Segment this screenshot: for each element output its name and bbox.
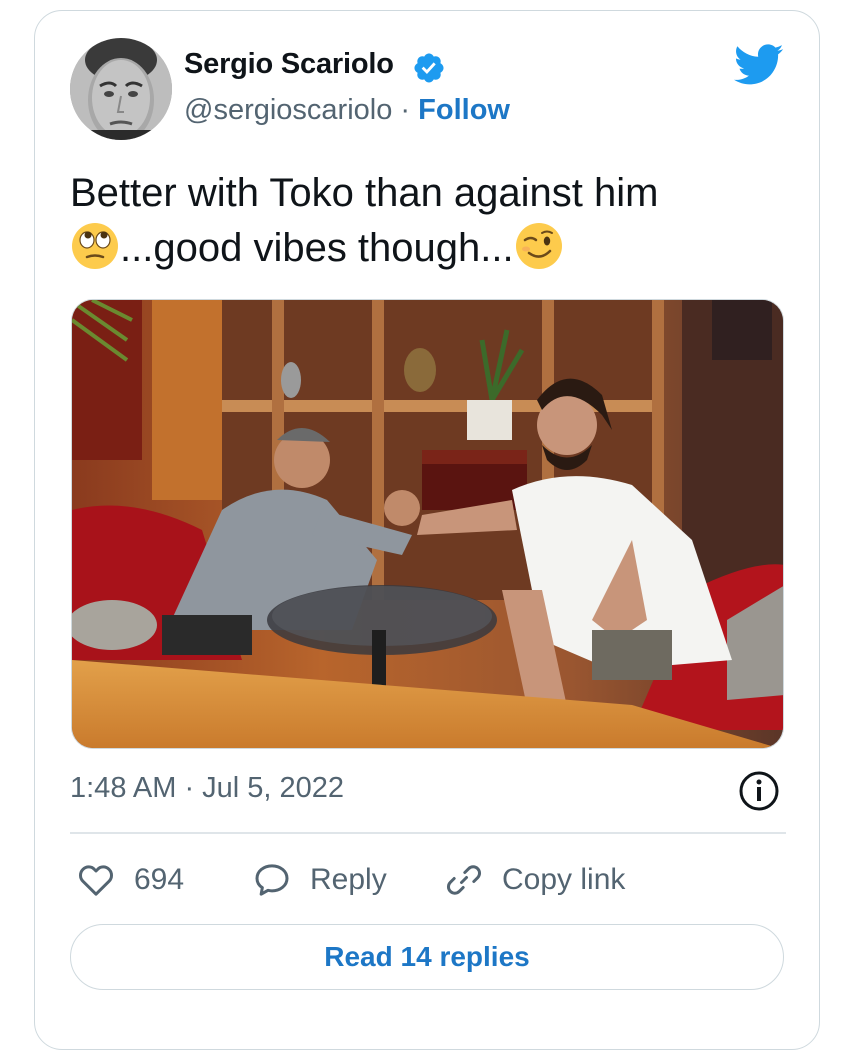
- copy-link-button[interactable]: Copy link: [444, 858, 625, 902]
- tweet-text-line-1: Better with Toko than against him: [70, 171, 659, 215]
- tweet-photo[interactable]: [71, 299, 784, 749]
- tweet-text: Better with Toko than against him ...goo…: [70, 166, 790, 276]
- tweet-text-line-2: ...good vibes though...: [70, 221, 790, 276]
- separator-dot: ·: [400, 94, 411, 126]
- author-name[interactable]: Sergio Scariolo: [184, 48, 394, 81]
- link-icon: [446, 865, 482, 895]
- divider: [70, 832, 786, 834]
- reply-label: Reply: [310, 863, 387, 896]
- winking-face-emoji-icon: [515, 223, 562, 269]
- copy-link-label: Copy link: [502, 863, 626, 896]
- reply-button[interactable]: Reply: [252, 858, 387, 902]
- read-replies-button[interactable]: Read 14 replies: [70, 924, 784, 990]
- heart-icon: [79, 865, 113, 896]
- tweet-text-line-2-text: ...good vibes though...: [120, 226, 514, 270]
- twitter-bird-icon[interactable]: [734, 44, 784, 86]
- tweet-timestamp[interactable]: 1:48 AM · Jul 5, 2022: [70, 772, 344, 805]
- author-avatar[interactable]: [70, 38, 172, 140]
- author-handle[interactable]: @sergioscariolo: [184, 94, 392, 126]
- like-button[interactable]: 694: [76, 858, 184, 902]
- verified-badge-icon: [414, 53, 444, 83]
- follow-button[interactable]: Follow: [418, 94, 510, 126]
- author-handle-row: @sergioscariolo · Follow: [184, 94, 510, 127]
- face-with-rolling-eyes-emoji-icon: [72, 223, 118, 269]
- like-count: 694: [134, 863, 185, 896]
- reply-bubble-icon: [255, 864, 289, 896]
- info-icon[interactable]: [738, 770, 780, 812]
